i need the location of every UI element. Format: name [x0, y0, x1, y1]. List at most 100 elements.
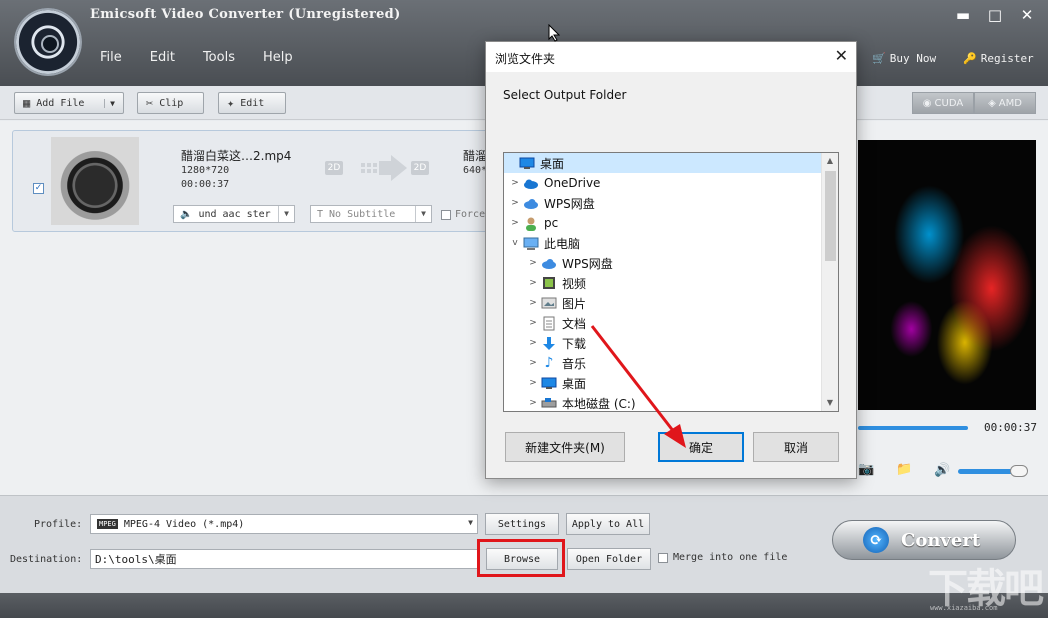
add-file-button[interactable]: ▦ Add File ▼ [14, 92, 124, 114]
new-folder-button[interactable]: 新建文件夹(M) [505, 432, 625, 462]
audio-dropdown-icon: ▼ [278, 206, 294, 222]
subtitle-select[interactable]: T No Subtitle ▼ [310, 205, 432, 223]
dest-resolution: 640* [463, 165, 488, 176]
tree-expander[interactable]: > [526, 318, 540, 328]
tree-expander[interactable]: > [508, 178, 522, 188]
amd-button[interactable]: ◈ AMD [974, 92, 1036, 114]
apply-to-all-button[interactable]: Apply to All [566, 513, 650, 535]
tree-item-label: 本地磁盘 (C:) [562, 396, 636, 411]
tree-expander[interactable]: > [526, 398, 540, 408]
source-file-name: 醋溜白菜这…2.mp4 [181, 149, 292, 163]
amd-label: AMD [998, 97, 1022, 109]
desktop-icon [540, 375, 558, 391]
forced-checkbox[interactable] [441, 209, 451, 220]
tree-item-this-pc[interactable]: v 此电脑 [504, 233, 580, 253]
gpu-acceleration-group: ◉ CUDA ◈ AMD [912, 92, 1036, 114]
open-folder-button[interactable]: Open Folder [567, 548, 651, 570]
tree-expander[interactable]: > [526, 298, 540, 308]
ok-button[interactable]: 确定 [658, 432, 744, 462]
tree-item-documents[interactable]: > 文档 [504, 313, 586, 333]
tree-item-downloads[interactable]: > 下载 [504, 333, 586, 353]
tree-item-pictures[interactable]: > 图片 [504, 293, 586, 313]
dialog-close-icon[interactable]: ✕ [835, 46, 848, 65]
tree-expander[interactable]: > [526, 258, 540, 268]
tree-expander[interactable]: > [508, 218, 522, 228]
video-preview [858, 140, 1036, 410]
cancel-button[interactable]: 取消 [753, 432, 839, 462]
tree-item-wps-cloud[interactable]: > WPS网盘 [504, 193, 595, 213]
tree-item-local-disk-c[interactable]: > 本地磁盘 (C:) [504, 393, 636, 411]
tree-item-label: WPS网盘 [544, 196, 595, 211]
dialog-prompt: Select Output Folder [503, 88, 627, 102]
refresh-icon: ⟳ [863, 527, 889, 553]
menu-tools[interactable]: Tools [203, 50, 235, 65]
watermark-url: www.xiazaiba.com [930, 604, 998, 612]
tree-item-label: 文档 [562, 316, 587, 331]
cart-icon: 🛒 [872, 52, 886, 65]
register-button[interactable]: 🔑 Register [963, 52, 1034, 65]
buy-now-button[interactable]: 🛒 Buy Now [872, 52, 936, 65]
tree-item-pc-user[interactable]: > pc [504, 213, 558, 233]
tree-expander[interactable]: > [526, 278, 540, 288]
profile-select[interactable]: MPEG MPEG-4 Video (*.mp4) ▼ [90, 514, 478, 534]
scroll-up-icon[interactable]: ▲ [822, 153, 838, 169]
tree-expander[interactable]: v [508, 238, 522, 248]
nvidia-icon: ◉ [922, 97, 932, 109]
maximize-button[interactable]: □ [986, 6, 1004, 24]
menu-help[interactable]: Help [263, 50, 293, 65]
menu-file[interactable]: File [100, 50, 122, 65]
tree-item-label: 此电脑 [544, 236, 581, 251]
forced-subtitle-option[interactable]: Force [441, 209, 485, 220]
tree-expander[interactable]: > [508, 198, 522, 208]
tree-item-videos[interactable]: > 视频 [504, 273, 586, 293]
snapshot-icon[interactable]: 📷 [858, 462, 874, 477]
merge-option[interactable]: Merge into one file [658, 552, 787, 563]
menu-edit[interactable]: Edit [150, 50, 175, 65]
tree-item-desktop-sub[interactable]: > 桌面 [504, 373, 586, 393]
tree-item-label: 图片 [562, 296, 587, 311]
app-logo-icon [14, 8, 82, 76]
status-bar [0, 593, 1048, 618]
tree-item-music[interactable]: > ♪ 音乐 [504, 353, 586, 373]
preview-tools: 📷 📁 [858, 462, 912, 477]
wps-cloud-icon [522, 195, 540, 211]
cuda-button[interactable]: ◉ CUDA [912, 92, 974, 114]
mpeg-icon: MPEG [97, 519, 118, 529]
tree-item-label: WPS网盘 [562, 256, 613, 271]
subtitle-dropdown-icon: ▼ [415, 206, 431, 222]
edit-button[interactable]: ✦ Edit [218, 92, 286, 114]
tree-item-label: 桌面 [540, 156, 565, 171]
volume-icon[interactable]: 🔊 [934, 463, 950, 478]
tree-item-desktop[interactable]: 桌面 [504, 153, 822, 173]
window-controls: ▬ □ ✕ [954, 6, 1036, 24]
tree-item-label: 视频 [562, 276, 587, 291]
minimize-button[interactable]: ▬ [954, 6, 972, 24]
cloud-icon [522, 175, 540, 191]
folder-tree[interactable]: 桌面 > OneDrive > WPS网盘 > pc v 此电脑 > WPS网盘 [503, 152, 839, 412]
file-checkbox[interactable]: ✓ [33, 183, 44, 194]
tree-expander[interactable]: > [526, 338, 540, 348]
tree-item-wps-cloud-sub[interactable]: > WPS网盘 [504, 253, 613, 273]
settings-button[interactable]: Settings [485, 513, 559, 535]
wps-cloud-icon [540, 255, 558, 271]
convert-button[interactable]: ⟳ Convert [832, 520, 1016, 560]
volume-slider-handle[interactable] [1010, 465, 1028, 477]
open-folder-icon[interactable]: 📁 [896, 462, 912, 477]
audio-track-select[interactable]: 🔈 und aac ster ▼ [173, 205, 295, 223]
merge-checkbox[interactable] [658, 552, 668, 563]
clip-button[interactable]: ✂ Clip [137, 92, 204, 114]
tree-item-onedrive[interactable]: > OneDrive [504, 173, 600, 193]
tree-scrollbar[interactable]: ▲ ▼ [821, 153, 838, 411]
source-resolution: 1280*720 [181, 165, 230, 176]
tree-expander[interactable]: > [526, 358, 540, 368]
add-file-dropdown-icon[interactable]: ▼ [104, 98, 115, 108]
menu-bar: File Edit Tools Help [100, 50, 321, 65]
tree-expander[interactable]: > [526, 378, 540, 388]
seek-bar[interactable] [858, 426, 968, 430]
desktop-icon [518, 155, 536, 171]
scroll-down-icon[interactable]: ▼ [822, 395, 838, 411]
music-folder-icon: ♪ [544, 355, 554, 371]
close-button[interactable]: ✕ [1018, 6, 1036, 24]
destination-input[interactable]: D:\tools\桌面 [90, 549, 478, 569]
scrollbar-thumb[interactable] [825, 171, 836, 261]
